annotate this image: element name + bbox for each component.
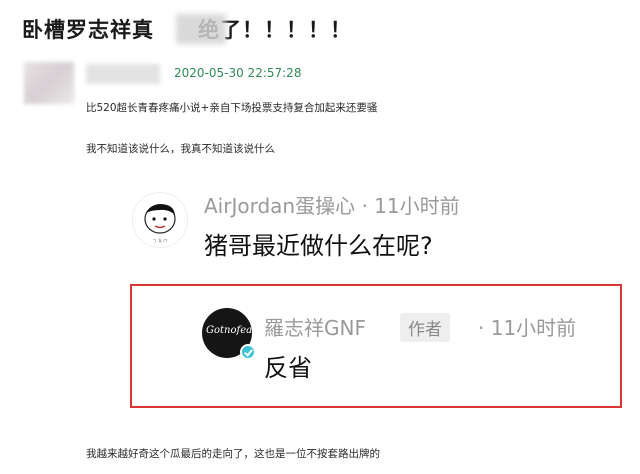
highlighted-reply-box: Gotnofears 羅志祥GNF 作者 · 11小时前 反省 [130,284,622,408]
post-timestamp: 2020-05-30 22:57:28 [174,66,302,80]
cartoon-avatar-icon: ㄅ ㄆ ㄇ [144,204,176,243]
author-name-blurred [86,64,160,84]
post-paragraph-2: 我不知道该说什么，我真不知道该说什么 [86,143,275,155]
post-paragraph-3: 我越来越好奇这个瓜最后的走向了，这也是一位不按套路出牌的 [86,448,380,460]
comment-text: 猪哥最近做什么在呢? [204,232,433,260]
title-blur-mask [176,14,226,44]
post-paragraph-1: 比520超长青春疼痛小说+亲自下场投票支持复合加起来还要骚 [86,102,378,114]
author-avatar-blurred [24,62,74,104]
commenter-avatar: ㄅ ㄆ ㄇ [132,192,188,248]
verified-check-icon [240,344,256,360]
svg-text:ㄅ ㄆ ㄇ: ㄅ ㄆ ㄇ [153,237,168,243]
reply-text: 反省 [264,354,312,382]
avatar-lettering: Gotnofears [206,325,252,336]
commenter-username: AirJordan蛋操心 · 11小时前 [204,194,460,218]
reply-time: · 11小时前 [478,316,577,340]
reply-author-username: 羅志祥GNF [264,316,366,340]
author-badge: 作者 [400,313,450,342]
embedded-comment-screenshot: ㄅ ㄆ ㄇ AirJordan蛋操心 · 11小时前 猪哥最近做什么在呢? Go… [128,178,628,426]
